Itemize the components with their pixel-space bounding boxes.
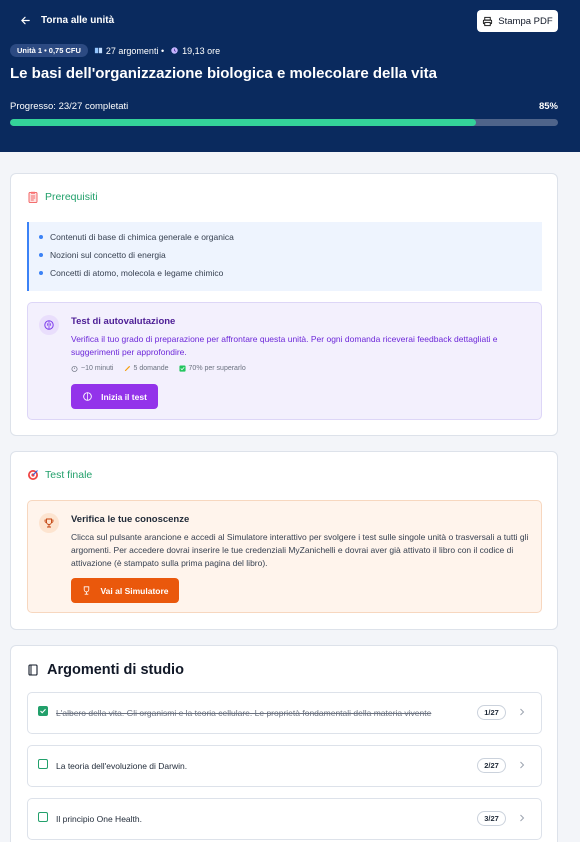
unit-header: Torna alle unità Stampa PDF Unità 1 • 0,… [0,0,580,152]
bullet [39,253,43,257]
progress-bar [10,119,558,126]
progress-percent: 85% [538,101,558,112]
final-test-description: Clicca sul pulsante arancione e accedi a… [71,532,529,568]
arrow-left-icon [21,16,30,25]
self-assessment-title: Test di autovalutazione [71,316,176,327]
trophy-icon [39,513,59,533]
print-pdf-label: Stampa PDF [498,15,553,27]
bullet [39,271,43,275]
bullet [39,235,43,239]
hours: 19,13 ore [170,46,220,56]
topic-counter: 3/27 [477,811,506,826]
chevron-right-icon [520,708,525,716]
topics-count-label: 27 argomenti • [105,45,165,56]
topic-counter: 1/27 [477,705,506,720]
printer-icon [483,16,493,26]
brain-icon [39,315,59,335]
duration-label: ~10 minuti [81,365,114,372]
final-test-card: Test finale Verifica le tue conoscenze C… [10,451,558,630]
topics-title: Argomenti di studio [47,662,184,678]
final-test-title: Verifica le tue conoscenze [71,514,190,525]
final-test-section-title: Test finale [45,469,93,481]
simulator-button[interactable]: Vai al Simulatore [71,578,179,603]
question-count: 5 domande [124,365,169,372]
book-icon [28,664,38,676]
prerequisite-text: Contenuti di base di chimica generale e … [50,232,234,242]
prerequisites-title: Prerequisiti [45,191,98,203]
timer-icon [71,365,78,372]
clipboard-icon [28,191,38,203]
check-icon [40,708,46,714]
print-pdf-button[interactable]: Stampa PDF [477,10,558,32]
list-item: Nozioni sul concetto di energia [39,246,542,264]
page-title: Le basi dell'organizzazione biologica e … [10,65,438,82]
pass-threshold-label: 70% per superarlo [188,365,246,372]
topic-row[interactable]: La teoria dell'evoluzione di Darwin. 2/2… [27,745,542,787]
topic-title: La teoria dell'evoluzione di Darwin. [56,761,188,771]
topic-checkbox[interactable] [38,706,48,716]
book-icon [94,47,103,54]
list-item: Concetti di atomo, molecola e legame chi… [39,264,542,282]
trophy-icon [84,586,90,595]
self-assessment-panel: Test di autovalutazione Verifica il tuo … [27,302,542,420]
topic-row[interactable]: Il principio One Health. 3/27 [27,798,542,840]
self-assessment-description: Verifica il tuo grado di preparazione pe… [71,334,498,357]
topic-title: L'albero della vita. Gli organismi e la … [56,708,432,718]
final-test-panel: Verifica le tue conoscenze Clicca sul pu… [27,500,542,613]
target-icon [28,470,38,480]
back-link-label: Torna alle unità [41,15,115,26]
brain-icon [83,392,92,401]
back-link[interactable]: Torna alle unità [20,15,114,26]
topics-card: Argomenti di studio L'albero della vita.… [10,645,558,842]
pass-threshold: 70% per superarlo [178,365,246,372]
prerequisite-text: Nozioni sul concetto di energia [50,250,166,260]
duration: ~10 minuti [71,365,114,372]
prerequisite-text: Concetti di atomo, molecola e legame chi… [50,268,224,278]
topic-checkbox[interactable] [38,759,48,769]
check-square-icon [178,365,186,372]
hours-label: 19,13 ore [182,45,221,56]
question-count-label: 5 domande [133,365,169,372]
final-test-heading: Test finale [27,469,92,481]
unit-meta: Unità 1 • 0,75 CFU 27 argomenti • 19,13 … [10,44,220,57]
topic-title: Il principio One Health. [56,814,142,824]
chevron-right-icon [520,761,525,769]
topics-count: 27 argomenti • [94,46,164,56]
start-test-button[interactable]: Inizia il test [71,384,158,409]
progress-bar-fill [10,119,476,126]
pencil-icon [124,365,130,372]
prerequisites-list: Contenuti di base di chimica generale e … [27,222,542,291]
prerequisites-card: Prerequisiti Contenuti di base di chimic… [10,173,558,436]
list-item: Contenuti di base di chimica generale e … [39,228,542,246]
topics-heading: Argomenti di studio [27,662,184,678]
start-test-label: Inizia il test [101,391,147,402]
prerequisites-heading: Prerequisiti [27,191,98,203]
topic-counter: 2/27 [477,758,506,773]
unit-badge: Unità 1 • 0,75 CFU [10,44,88,57]
topic-row[interactable]: L'albero della vita. Gli organismi e la … [27,692,542,734]
progress-label: Progresso: 23/27 completati [10,101,129,112]
self-assessment-meta: ~10 minuti 5 domande 70% per superarlo [71,365,246,372]
topic-checkbox[interactable] [38,812,48,822]
chevron-right-icon [520,814,525,822]
simulator-button-label: Vai al Simulatore [100,585,169,596]
clock-icon [171,47,178,54]
